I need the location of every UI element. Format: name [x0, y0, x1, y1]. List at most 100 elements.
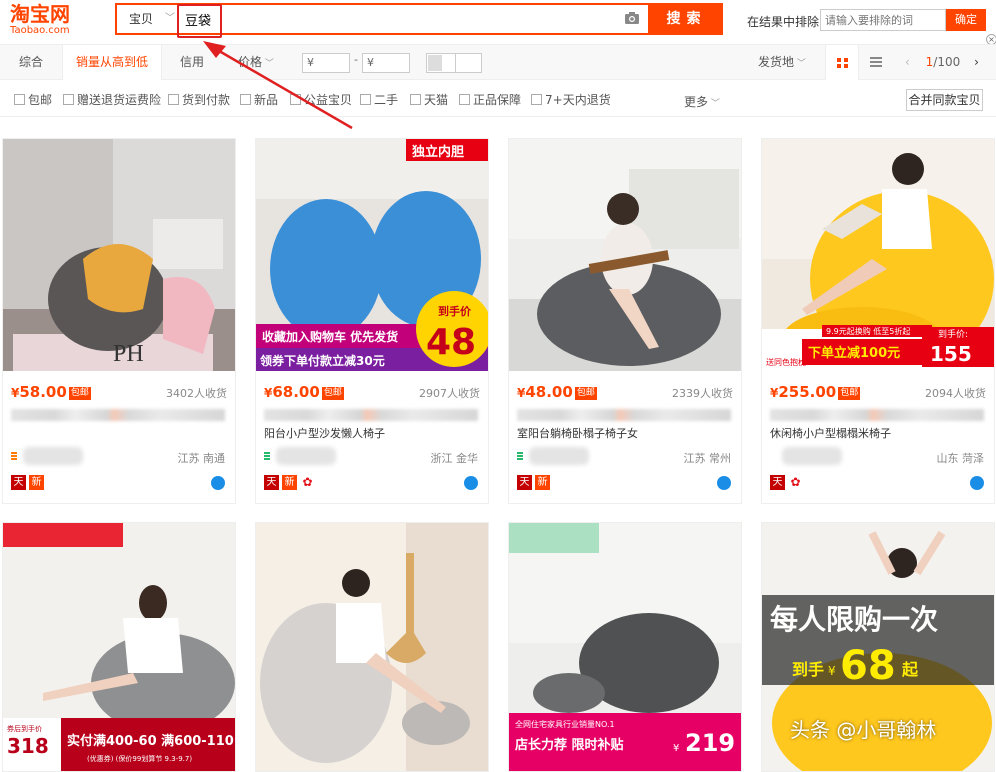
checkbox[interactable] — [360, 94, 371, 105]
checkbox[interactable] — [290, 94, 301, 105]
wangwang-chat-icon[interactable] — [970, 476, 984, 490]
filter-label: 天猫 — [424, 93, 449, 107]
shop-name-blurred[interactable] — [23, 447, 83, 465]
confirm-button[interactable]: 确定 — [946, 9, 986, 31]
product-image[interactable]: 全网住宅家具行业销量NO.1 店长力荐 限时补贴 219 ¥ — [509, 523, 741, 771]
product-price: ¥255.00 包邮 — [770, 383, 861, 401]
grid-view-icon[interactable] — [825, 45, 859, 80]
svg-text:¥: ¥ — [828, 664, 836, 678]
filter-genuine[interactable]: 正品保障 — [459, 93, 521, 107]
product-image[interactable] — [509, 139, 741, 371]
shop-name-blurred[interactable] — [782, 447, 842, 465]
search-button[interactable]: 搜索 — [650, 3, 723, 35]
sort-price[interactable]: 价格 ﹀ — [234, 45, 278, 80]
checkbox[interactable] — [63, 94, 74, 105]
shop-name-blurred[interactable] — [529, 447, 589, 465]
price-tag-label: 到手价 — [438, 304, 472, 318]
shop-icon — [264, 452, 270, 460]
product-card[interactable]: 下单立减100元 9.9元起换购 低至5折起 到手价: 155 送同色抱枕 ¥2… — [761, 138, 995, 504]
camera-icon[interactable] — [624, 11, 640, 25]
checkbox[interactable] — [410, 94, 421, 105]
product-location: 江苏 南通 — [177, 452, 226, 465]
filter-new[interactable]: 新品 — [240, 93, 278, 107]
promo-price: 219 — [685, 729, 735, 757]
product-image[interactable] — [256, 523, 488, 771]
promo-price: 68 — [840, 643, 896, 689]
wangwang-chat-icon[interactable] — [211, 476, 225, 490]
chevron-down-icon: ﹀ — [262, 59, 274, 69]
category-label: 宝贝 — [129, 12, 154, 26]
price-min-input[interactable]: ¥ — [302, 53, 350, 73]
ship-from-filter[interactable]: 发货地 ﹀ — [754, 45, 810, 80]
filter-free-shipping[interactable]: 包邮 — [14, 93, 52, 107]
price-separator: - — [354, 53, 358, 66]
product-price: ¥68.00 包邮 — [264, 383, 344, 401]
product-location: 山东 菏泽 — [936, 452, 985, 465]
category-select[interactable]: 宝贝 ﹀ — [117, 5, 177, 33]
price-value: 58.00 — [19, 383, 67, 401]
more-filters[interactable]: 更多 ﹀ — [684, 93, 720, 110]
checkbox[interactable] — [14, 94, 25, 105]
filter-charity[interactable]: 公益宝贝 — [290, 93, 352, 107]
product-location: 江苏 常州 — [683, 452, 732, 465]
promo-bottom-text: 下单立减100元 — [808, 345, 900, 361]
promo-top-text: 9.9元起换购 低至5折起 — [826, 326, 910, 336]
product-title[interactable]: 室阳台躺椅卧榻子椅子女 — [517, 425, 737, 439]
filter-tmall[interactable]: 天猫 — [410, 93, 448, 107]
product-card[interactable]: 券后到手价 318 实付满400-60 满600-110 (优惠券) (保价99… — [2, 522, 236, 772]
sort-credit[interactable]: 信用 — [170, 45, 214, 80]
prev-page-icon[interactable]: ‹ — [905, 55, 910, 69]
product-image[interactable]: 独立内胆 收藏加入购物车 优先发货 领券下单付款立减30元 到手价 48 — [256, 139, 488, 371]
product-card[interactable] — [255, 522, 489, 772]
checkbox[interactable] — [531, 94, 542, 105]
product-title-blurred — [264, 409, 478, 421]
promo-unit: 起 — [901, 660, 919, 679]
shop-name-blurred[interactable] — [276, 447, 336, 465]
price-range-toggle[interactable] — [426, 53, 482, 73]
filter-secondhand[interactable]: 二手 — [360, 93, 398, 107]
product-title[interactable]: 休闲椅小户型榻榻米椅子 — [770, 425, 990, 439]
exclude-input[interactable] — [820, 9, 946, 31]
filter-cod[interactable]: 货到付款 — [168, 93, 230, 107]
product-title-blurred — [517, 409, 731, 421]
product-card[interactable]: 全网住宅家具行业销量NO.1 店长力荐 限时补贴 219 ¥ — [508, 522, 742, 772]
sort-default[interactable]: 综合 — [0, 45, 62, 80]
filter-label: 货到付款 — [182, 93, 231, 107]
product-title[interactable] — [11, 425, 231, 439]
merge-same-button[interactable]: 合并同款宝贝 — [906, 89, 983, 111]
svg-text:¥: ¥ — [673, 743, 679, 754]
wangwang-chat-icon[interactable] — [717, 476, 731, 490]
search-input[interactable] — [181, 7, 581, 31]
sort-sales[interactable]: 销量从高到低 — [62, 45, 162, 80]
next-page-icon[interactable]: › — [974, 55, 979, 69]
header: 淘宝网 Taobao.com 宝贝 ﹀ 搜索 在结果中排除 确定 × — [0, 0, 996, 45]
checkbox[interactable] — [168, 94, 179, 105]
taobao-logo[interactable]: 淘宝网 Taobao.com — [10, 3, 90, 41]
product-card[interactable]: PH ¥58.00 包邮 3402人收货 江苏 南通 天新 — [2, 138, 236, 504]
product-title-blurred — [770, 409, 984, 421]
new-badge-icon: 新 — [535, 475, 550, 490]
filter-7day-return[interactable]: 7+天内退货 — [531, 93, 611, 107]
product-card[interactable]: 独立内胆 收藏加入购物车 优先发货 领券下单付款立减30元 到手价 48 ¥68… — [255, 138, 489, 504]
checkbox[interactable] — [240, 94, 251, 105]
filter-return-insurance[interactable]: 赠送退货运费险 — [63, 93, 161, 107]
product-card[interactable]: ¥48.00 包邮 2339人收货 室阳台躺椅卧榻子椅子女 江苏 常州 天新 — [508, 138, 742, 504]
wangwang-chat-icon[interactable] — [464, 476, 478, 490]
toggle-knob — [428, 55, 442, 71]
price-value: 48.00 — [525, 383, 573, 401]
price-max-input[interactable]: ¥ — [362, 53, 410, 73]
product-image[interactable]: 下单立减100元 9.9元起换购 低至5折起 到手价: 155 送同色抱枕 — [762, 139, 994, 371]
gift-text: 送同色抱枕 — [766, 357, 806, 367]
checkbox[interactable] — [459, 94, 470, 105]
ship-from-label: 发货地 — [758, 55, 795, 69]
product-title[interactable]: 阳台小户型沙发懒人椅子 — [264, 425, 484, 439]
product-image[interactable]: 券后到手价 318 实付满400-60 满600-110 (优惠券) (保价99… — [3, 523, 235, 771]
new-badge-icon: 新 — [29, 475, 44, 490]
list-view-icon[interactable] — [870, 57, 882, 68]
tmall-icon: 天 — [517, 475, 532, 490]
filter-label: 包邮 — [28, 93, 53, 107]
promo-bottom-text: 领券下单付款立减30元 — [260, 353, 385, 368]
logo-main: 淘宝网 — [10, 2, 70, 26]
filter-bar: 包邮 赠送退货运费险 货到付款 新品 公益宝贝 二手 天猫 正品保障 7+天内退… — [0, 81, 996, 117]
product-image[interactable]: PH — [3, 139, 235, 371]
